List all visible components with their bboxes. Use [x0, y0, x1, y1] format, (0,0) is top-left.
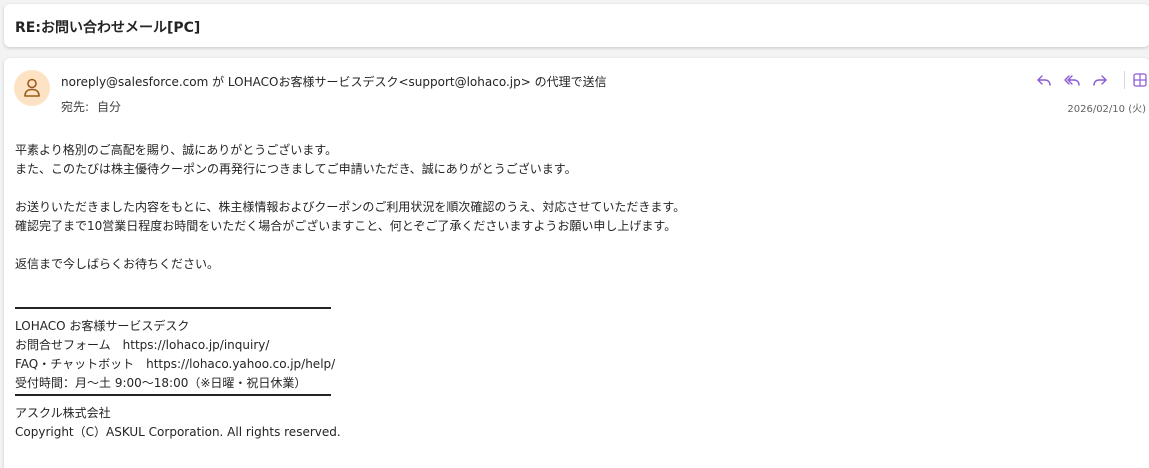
to-value[interactable]: 自分 [97, 100, 121, 114]
person-icon [24, 78, 40, 97]
reply-all-icon [1064, 75, 1080, 86]
recipient-line: 宛先: 自分 [61, 98, 121, 115]
signature-company: アスクル株式会社 [15, 406, 111, 420]
forward-icon [1093, 75, 1107, 86]
email-subject: RE:お問い合わせメール[PC] [15, 20, 201, 36]
body-line: 返信まで今しばらくお待ちください。 [15, 257, 220, 271]
apps-icon [1133, 73, 1147, 87]
body-line: 平素より格別のご高配を賜り、誠にありがとうございます。 [15, 143, 338, 157]
message-actions [1016, 70, 1147, 90]
forward-button[interactable] [1090, 70, 1110, 90]
email-body: 平素より格別のご高配を賜り、誠にありがとうございます。 また、このたびは株主優待… [15, 141, 1135, 442]
subject-header: RE:お問い合わせメール[PC] [4, 4, 1149, 47]
signature-faq-link[interactable]: FAQ・チャットボット https://lohaco.yahoo.co.jp/h… [15, 355, 1135, 374]
signature-divider [15, 307, 331, 309]
email-message: noreply@salesforce.com が LOHACOお客様サービスデス… [4, 58, 1149, 468]
signature-divider [15, 394, 331, 396]
signature-inquiry-link[interactable]: お問合せフォーム https://lohaco.jp/inquiry/ [15, 336, 1135, 355]
signature-hours: 受付時間：月～土 9:00～18:00（※日曜・祝日休業） [15, 376, 307, 390]
body-line: お送りいただきました内容をもとに、株主様情報およびクーポンのご利用状況を順次確認… [15, 200, 686, 214]
more-actions-button[interactable] [1130, 70, 1149, 90]
reply-icon [1037, 75, 1051, 86]
body-line: また、このたびは株主優待クーポンの再発行につきましてご申請いただき、誠にありがと… [15, 162, 577, 176]
reply-all-button[interactable] [1062, 70, 1082, 90]
toolbar-divider [1124, 71, 1125, 89]
email-date: 2026/02/10 (火) [1067, 104, 1146, 115]
sender-avatar[interactable] [14, 70, 50, 106]
signature-copyright: Copyright（C）ASKUL Corporation. All right… [15, 425, 341, 439]
sender-line[interactable]: noreply@salesforce.com が LOHACOお客様サービスデス… [61, 73, 607, 90]
to-label: 宛先: [61, 100, 90, 114]
body-line: 確認完了まで10営業日程度お時間をいただく場合がございますこと、何とぞご了承くだ… [15, 219, 677, 233]
reply-button[interactable] [1034, 70, 1054, 90]
signature-name: LOHACO お客様サービスデスク [15, 319, 190, 333]
